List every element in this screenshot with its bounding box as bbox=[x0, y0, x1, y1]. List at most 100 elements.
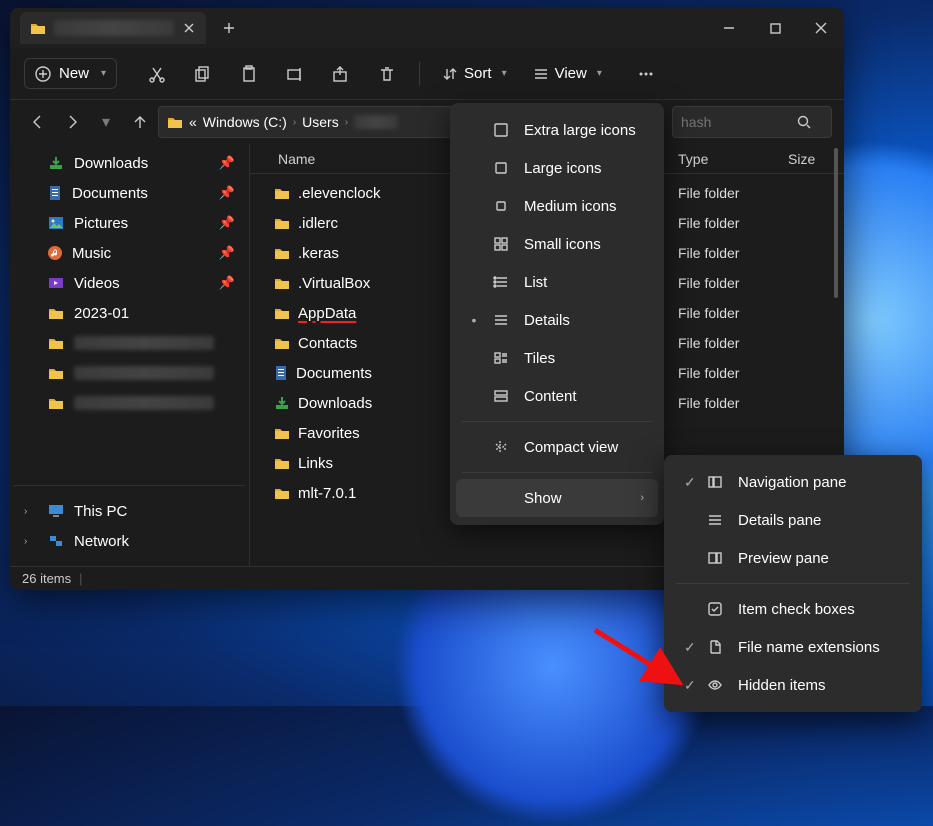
sidebar-item[interactable]: Videos📌 bbox=[16, 268, 243, 298]
cut-icon[interactable] bbox=[137, 56, 177, 92]
back-button[interactable] bbox=[22, 106, 54, 138]
breadcrumb-user[interactable] bbox=[354, 115, 398, 129]
menu-item-details[interactable]: •Details bbox=[456, 301, 658, 339]
file-type: File folder bbox=[678, 335, 788, 351]
scrollbar[interactable] bbox=[834, 148, 838, 298]
sidebar-item-label bbox=[74, 396, 214, 410]
menu-icon bbox=[492, 350, 510, 366]
menu-item-hidden-items[interactable]: ✓Hidden items bbox=[670, 666, 916, 704]
share-icon[interactable] bbox=[321, 56, 361, 92]
breadcrumb[interactable]: « Windows (C:) › Users › bbox=[158, 106, 458, 138]
sidebar-this-pc[interactable]: › This PC bbox=[16, 496, 243, 526]
menu-item-label: File name extensions bbox=[738, 639, 880, 656]
sidebar-network[interactable]: › Network bbox=[16, 526, 243, 556]
file-name: .elevenclock bbox=[298, 185, 381, 202]
chevron-right-icon: › bbox=[640, 492, 644, 504]
menu-icon bbox=[706, 512, 724, 528]
menu-item-compact-view[interactable]: Compact view bbox=[456, 428, 658, 466]
menu-item-tiles[interactable]: Tiles bbox=[456, 339, 658, 377]
new-tab-button[interactable] bbox=[214, 13, 244, 43]
file-type: File folder bbox=[678, 305, 788, 321]
menu-item-content[interactable]: Content bbox=[456, 377, 658, 415]
sort-label: Sort bbox=[464, 65, 492, 82]
check-icon: ✓ bbox=[684, 677, 692, 694]
breadcrumb-ellipsis[interactable]: « bbox=[189, 114, 197, 130]
sidebar-item[interactable]: Pictures 📌 bbox=[16, 208, 243, 238]
menu-item-label: Preview pane bbox=[738, 550, 829, 567]
new-button-label: New bbox=[59, 65, 89, 82]
breadcrumb-users[interactable]: Users bbox=[302, 114, 339, 130]
view-button[interactable]: View ▾ bbox=[523, 59, 612, 88]
sidebar-item[interactable]: Music📌 bbox=[16, 238, 243, 268]
sort-button[interactable]: Sort ▾ bbox=[432, 59, 517, 88]
sidebar-item[interactable]: Downloads📌 bbox=[16, 148, 243, 178]
menu-item-preview-pane[interactable]: Preview pane bbox=[670, 539, 916, 577]
sidebar-item[interactable]: 2023-01 bbox=[16, 298, 243, 328]
chevron-right-icon: › bbox=[24, 536, 38, 547]
menu-item-medium-icons[interactable]: Medium icons bbox=[456, 187, 658, 225]
menu-item-label: Item check boxes bbox=[738, 601, 855, 618]
more-icon[interactable] bbox=[626, 56, 666, 92]
sidebar-item-label: Music bbox=[72, 245, 111, 262]
chevron-down-icon: ▾ bbox=[502, 68, 507, 79]
file-type: File folder bbox=[678, 365, 788, 381]
tab-current[interactable] bbox=[20, 12, 206, 44]
sidebar-item[interactable] bbox=[16, 388, 243, 418]
menu-icon bbox=[492, 312, 510, 328]
sidebar-item[interactable] bbox=[16, 358, 243, 388]
delete-icon[interactable] bbox=[367, 56, 407, 92]
menu-icon bbox=[492, 198, 510, 214]
rename-icon[interactable] bbox=[275, 56, 315, 92]
up-button[interactable] bbox=[124, 106, 156, 138]
new-button[interactable]: New ▾ bbox=[24, 58, 117, 89]
paste-icon[interactable] bbox=[229, 56, 269, 92]
file-type: File folder bbox=[678, 245, 788, 261]
search-input[interactable] bbox=[681, 114, 791, 130]
maximize-button[interactable] bbox=[752, 8, 798, 48]
search-box[interactable] bbox=[672, 106, 832, 138]
file-name: Links bbox=[298, 455, 333, 472]
show-submenu: ✓Navigation pane Details pane Preview pane… bbox=[664, 455, 922, 712]
tab-close-icon[interactable] bbox=[182, 21, 196, 35]
recent-button[interactable]: ▾ bbox=[90, 106, 122, 138]
forward-button[interactable] bbox=[56, 106, 88, 138]
sidebar-item-label bbox=[74, 336, 214, 350]
chevron-right-icon: › bbox=[293, 117, 296, 128]
pin-icon: 📌 bbox=[219, 215, 235, 231]
menu-item-show[interactable]: Show› bbox=[456, 479, 658, 517]
minimize-button[interactable] bbox=[706, 8, 752, 48]
file-name: mlt-7.0.1 bbox=[298, 485, 356, 502]
sidebar-item[interactable] bbox=[16, 328, 243, 358]
file-type: File folder bbox=[678, 275, 788, 291]
menu-item-file-name-extensions[interactable]: ✓ File name extensions bbox=[670, 628, 916, 666]
network-icon bbox=[48, 534, 64, 548]
close-button[interactable] bbox=[798, 8, 844, 48]
menu-item-extra-large-icons[interactable]: Extra large icons bbox=[456, 111, 658, 149]
sidebar-item[interactable]: Documents📌 bbox=[16, 178, 243, 208]
menu-icon bbox=[492, 122, 510, 138]
check-icon: ✓ bbox=[684, 639, 692, 656]
menu-item-label: Details pane bbox=[738, 512, 821, 529]
file-name: Documents bbox=[296, 365, 372, 382]
check-icon: ✓ bbox=[684, 474, 692, 491]
pin-icon: 📌 bbox=[219, 155, 235, 171]
menu-item-list[interactable]: List bbox=[456, 263, 658, 301]
copy-icon[interactable] bbox=[183, 56, 223, 92]
menu-item-details-pane[interactable]: Details pane bbox=[670, 501, 916, 539]
menu-item-large-icons[interactable]: Large icons bbox=[456, 149, 658, 187]
menu-item-item-check-boxes[interactable]: Item check boxes bbox=[670, 590, 916, 628]
menu-item-label: Extra large icons bbox=[524, 122, 636, 139]
menu-icon bbox=[706, 550, 724, 566]
file-type: File folder bbox=[678, 215, 788, 231]
sidebar-item-label: This PC bbox=[74, 503, 127, 520]
menu-item-small-icons[interactable]: Small icons bbox=[456, 225, 658, 263]
chevron-down-icon: ▾ bbox=[101, 68, 106, 79]
chevron-right-icon: › bbox=[24, 506, 38, 517]
menu-icon bbox=[492, 236, 510, 252]
sidebar-item-label: Pictures bbox=[74, 215, 128, 232]
file-name: .keras bbox=[298, 245, 339, 262]
menu-item-navigation-pane[interactable]: ✓Navigation pane bbox=[670, 463, 916, 501]
column-type[interactable]: Type bbox=[678, 151, 788, 167]
breadcrumb-drive[interactable]: Windows (C:) bbox=[203, 114, 287, 130]
menu-icon bbox=[492, 388, 510, 404]
